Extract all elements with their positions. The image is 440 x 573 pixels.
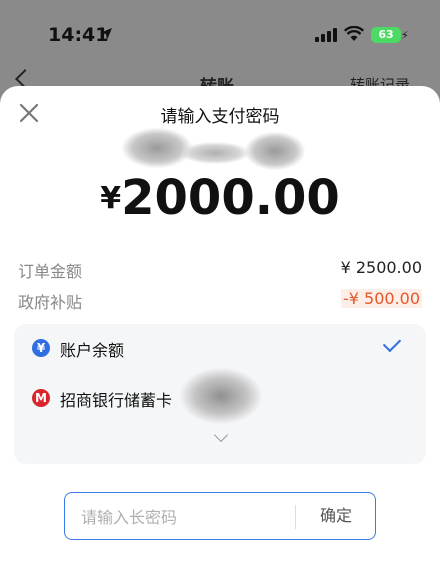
redacted-card-number-blur	[180, 368, 262, 424]
payment-methods: ¥ 账户余额 M 招商银行储蓄卡	[14, 324, 426, 464]
yuan-icon: ¥	[32, 339, 50, 357]
redacted-payee-blur	[180, 142, 250, 164]
redacted-payee-blur	[245, 132, 305, 170]
amount-value: 2000.00	[121, 170, 340, 226]
amount-currency: ¥	[100, 181, 122, 216]
subsidy-value: -¥ 500.00	[340, 289, 422, 308]
battery-indicator: 63	[371, 27, 401, 43]
cmb-bank-icon: M	[32, 389, 50, 407]
chevron-down-icon[interactable]	[213, 427, 229, 443]
order-amount-label: 订单金额	[18, 262, 83, 281]
confirm-button[interactable]: 确定	[296, 493, 376, 539]
method-label: 招商银行储蓄卡	[60, 391, 173, 410]
sheet-title: 请输入支付密码	[160, 107, 280, 127]
order-amount-row: 订单金额 ¥ 2500.00	[18, 258, 422, 281]
check-icon	[382, 333, 402, 353]
subsidy-row: 政府补贴 -¥ 500.00	[18, 289, 422, 312]
payment-amount: ¥2000.00	[0, 170, 440, 226]
wifi-icon	[344, 26, 364, 41]
payment-sheet: 请输入支付密码 ¥2000.00 订单金额 ¥ 2500.00 政府补贴 -¥ …	[0, 86, 440, 573]
subsidy-label: 政府补贴	[18, 293, 83, 312]
method-account-balance[interactable]: ¥ 账户余额	[14, 324, 426, 372]
order-amount-value: ¥ 2500.00	[340, 258, 422, 277]
charging-bolt-icon: ⚡	[401, 29, 409, 42]
password-box: 确定	[64, 492, 376, 540]
cellular-signal-icon	[315, 28, 337, 42]
method-label: 账户余额	[60, 341, 125, 360]
location-arrow-icon	[100, 28, 112, 40]
password-input[interactable]	[81, 505, 281, 529]
